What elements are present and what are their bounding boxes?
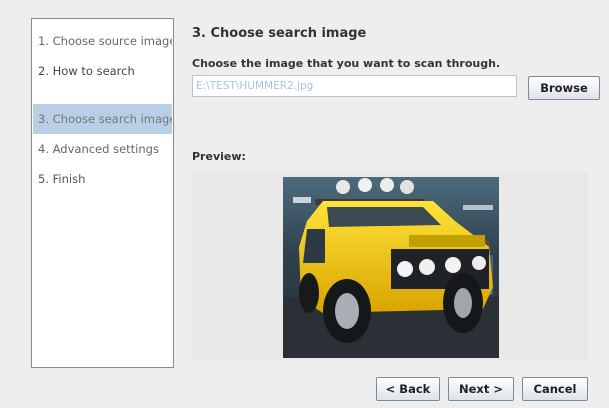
next-button[interactable]: Next > [448,377,514,401]
back-button[interactable]: < Back [376,377,440,401]
image-path-input[interactable] [192,75,517,97]
cancel-button[interactable]: Cancel [522,377,588,401]
wizard-dialog: 1. Choose source image 2. How to search … [0,0,609,408]
page-title: 3. Choose search image [192,26,367,41]
instruction-label: Choose the image that you want to scan t… [192,57,501,70]
preview-label: Preview: [192,150,246,163]
preview-panel [192,172,588,360]
step-item-how-to-search[interactable]: 2. How to search [33,56,172,86]
browse-button[interactable]: Browse [528,76,600,100]
step-item-advanced-settings[interactable]: 4. Advanced settings [33,134,172,164]
step-item-choose-source[interactable]: 1. Choose source image [33,26,172,56]
step-list: 1. Choose source image 2. How to search … [31,18,174,368]
step-item-finish[interactable]: 5. Finish [33,164,172,194]
preview-image [283,177,499,358]
step-item-choose-search-images[interactable]: 3. Choose search images [33,104,172,134]
